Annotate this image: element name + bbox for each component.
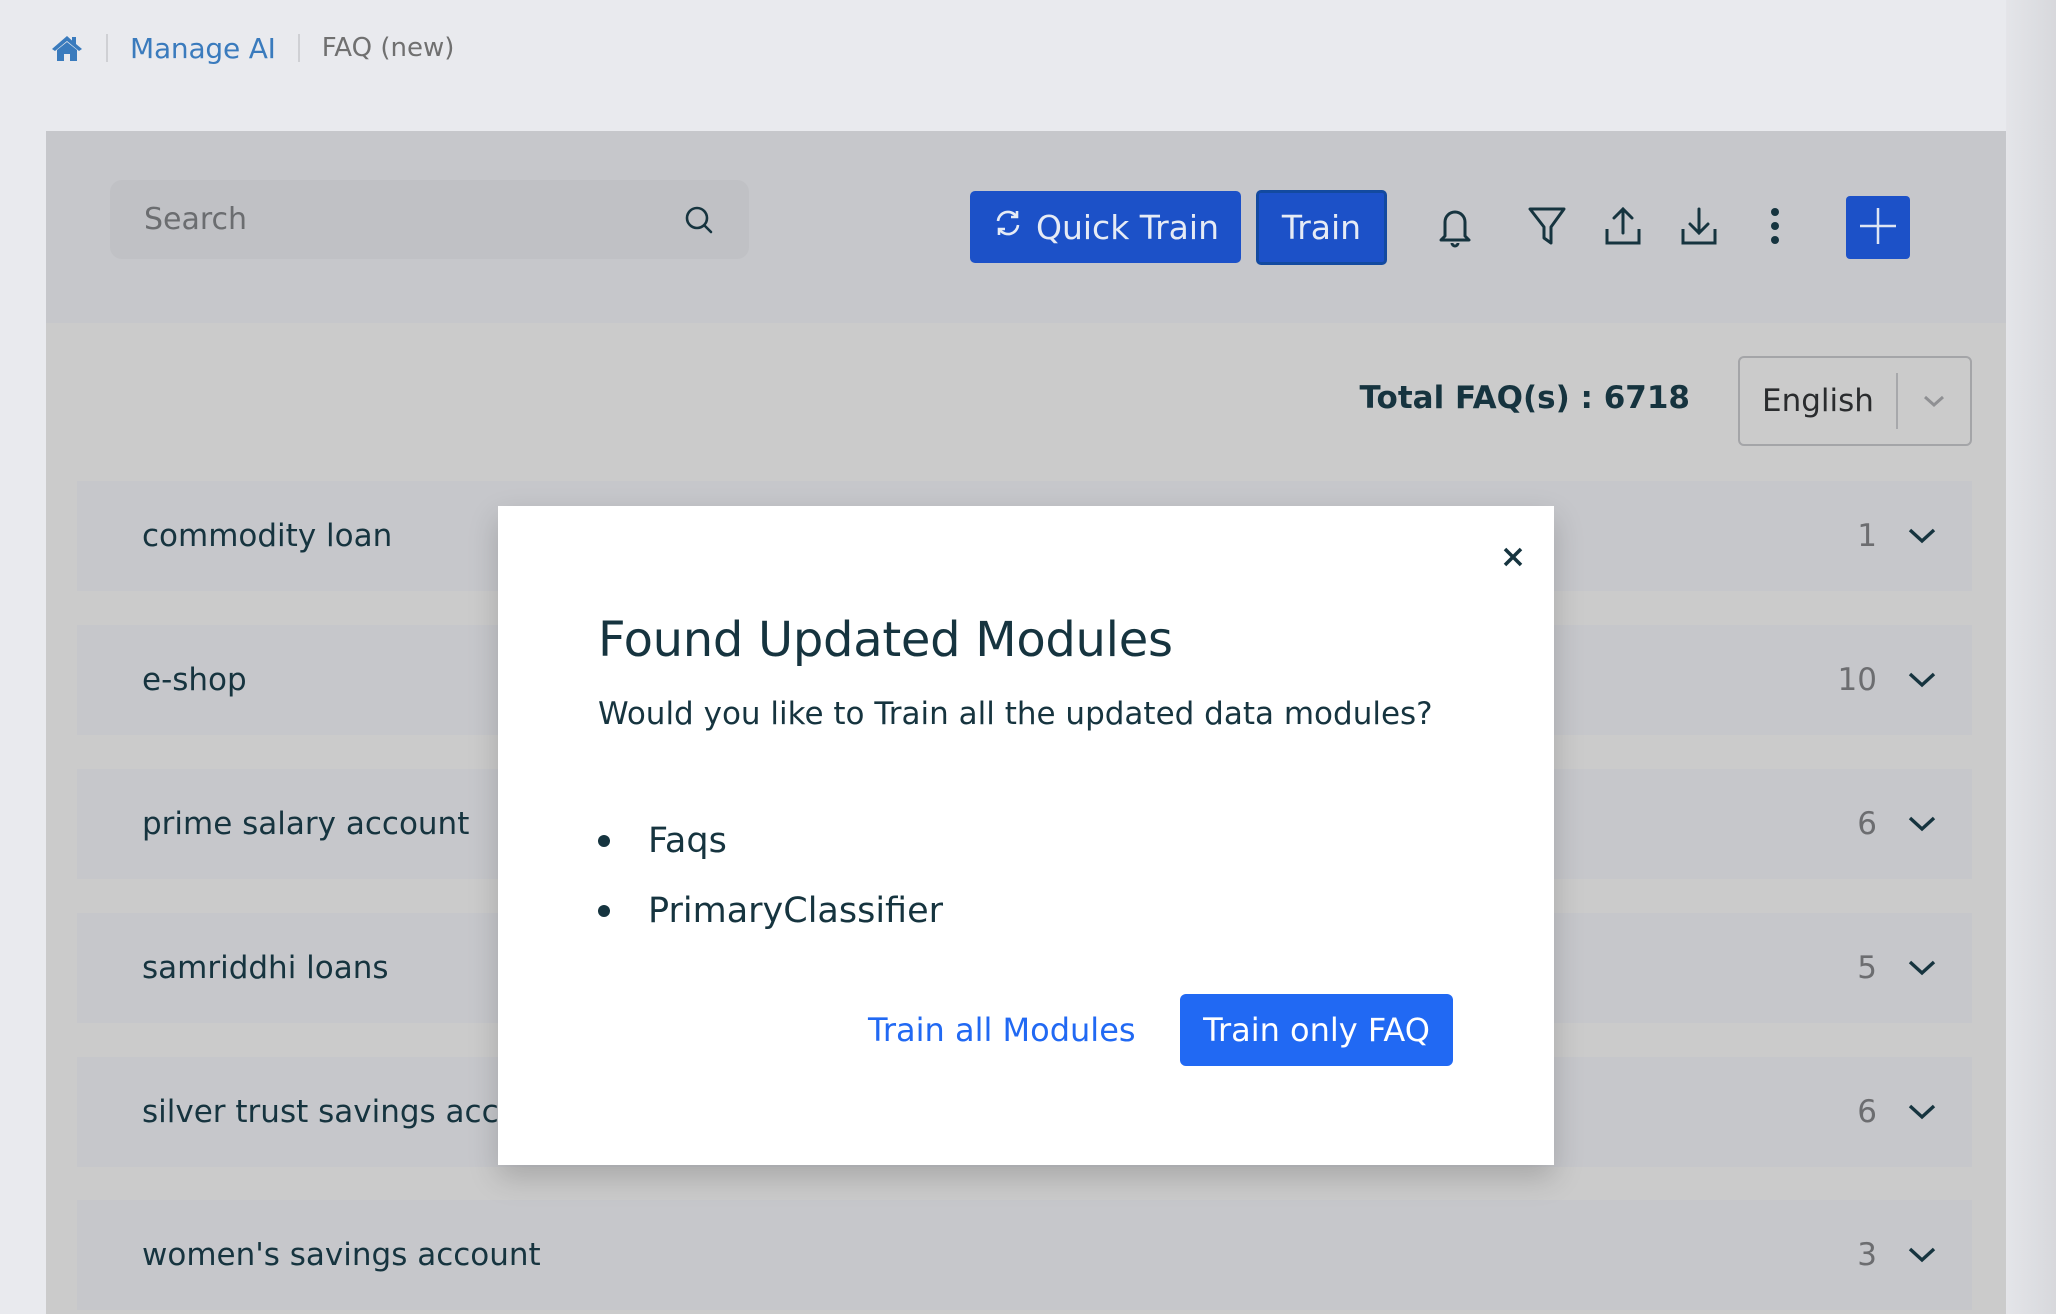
faq-group-title: e-shop: [142, 662, 247, 698]
quick-train-button[interactable]: Quick Train: [970, 191, 1241, 263]
upload-icon[interactable]: [1596, 198, 1650, 254]
chevron-down-icon[interactable]: [1902, 1235, 1942, 1275]
faq-group-count: 10: [1837, 662, 1877, 698]
bullet-icon: [598, 835, 610, 847]
chevron-down-icon[interactable]: [1902, 516, 1942, 556]
chevron-down-icon: [1898, 394, 1970, 408]
faq-group-title: samriddhi loans: [142, 950, 389, 986]
bullet-icon: [598, 905, 610, 917]
breadcrumb-separator: [297, 34, 300, 62]
breadcrumb-separator: [106, 34, 108, 62]
faq-group-count: 3: [1857, 1237, 1877, 1273]
language-value: English: [1762, 383, 1874, 419]
faq-group-count: 6: [1857, 806, 1877, 842]
faq-group-title: prime salary account: [142, 806, 470, 842]
faq-group-title: women's savings account: [142, 1237, 541, 1273]
home-icon[interactable]: [50, 33, 84, 63]
download-icon[interactable]: [1672, 198, 1726, 254]
dialog-title: Found Updated Modules: [598, 612, 1173, 668]
faq-group-count: 1: [1857, 518, 1877, 554]
close-icon[interactable]: [1498, 542, 1528, 572]
faq-group-title: commodity loan: [142, 518, 393, 554]
search-box[interactable]: [110, 180, 749, 259]
chevron-down-icon[interactable]: [1902, 804, 1942, 844]
train-only-faq-button[interactable]: Train only FAQ: [1180, 994, 1453, 1066]
faq-group-row[interactable]: women's savings account 3: [77, 1200, 1972, 1310]
module-item: Faqs: [598, 806, 943, 876]
train-button[interactable]: Train: [1256, 190, 1387, 265]
language-select[interactable]: English: [1738, 356, 1972, 446]
module-name: PrimaryClassifier: [648, 891, 944, 931]
train-all-modules-button[interactable]: Train all Modules: [868, 994, 1136, 1066]
search-input[interactable]: [144, 202, 683, 237]
chevron-down-icon[interactable]: [1902, 660, 1942, 700]
chevron-down-icon[interactable]: [1902, 1092, 1942, 1132]
breadcrumb-manage-ai[interactable]: Manage AI: [130, 32, 276, 65]
breadcrumb-current: FAQ (new): [321, 33, 455, 63]
faq-group-count: 6: [1857, 1094, 1877, 1130]
train-modules-dialog: Found Updated Modules Would you like to …: [498, 506, 1554, 1165]
dialog-message: Would you like to Train all the updated …: [598, 696, 1433, 732]
faq-group-count: 5: [1857, 950, 1877, 986]
breadcrumb: Manage AI FAQ (new): [50, 28, 454, 68]
total-faq-count: Total FAQ(s) : 6718: [1359, 380, 1691, 416]
search-icon[interactable]: [683, 204, 715, 236]
filter-icon[interactable]: [1520, 198, 1574, 254]
bell-icon[interactable]: [1428, 198, 1482, 254]
add-faq-button[interactable]: [1846, 196, 1910, 259]
chevron-down-icon[interactable]: [1902, 948, 1942, 988]
page-edge: [2006, 0, 2056, 1314]
module-name: Faqs: [648, 821, 727, 861]
sync-icon: [992, 207, 1024, 247]
plus-icon: [1858, 206, 1898, 250]
quick-train-label: Quick Train: [1036, 207, 1219, 247]
module-item: PrimaryClassifier: [598, 876, 943, 946]
module-list: Faqs PrimaryClassifier: [598, 806, 943, 946]
kebab-menu-icon[interactable]: [1748, 198, 1802, 254]
